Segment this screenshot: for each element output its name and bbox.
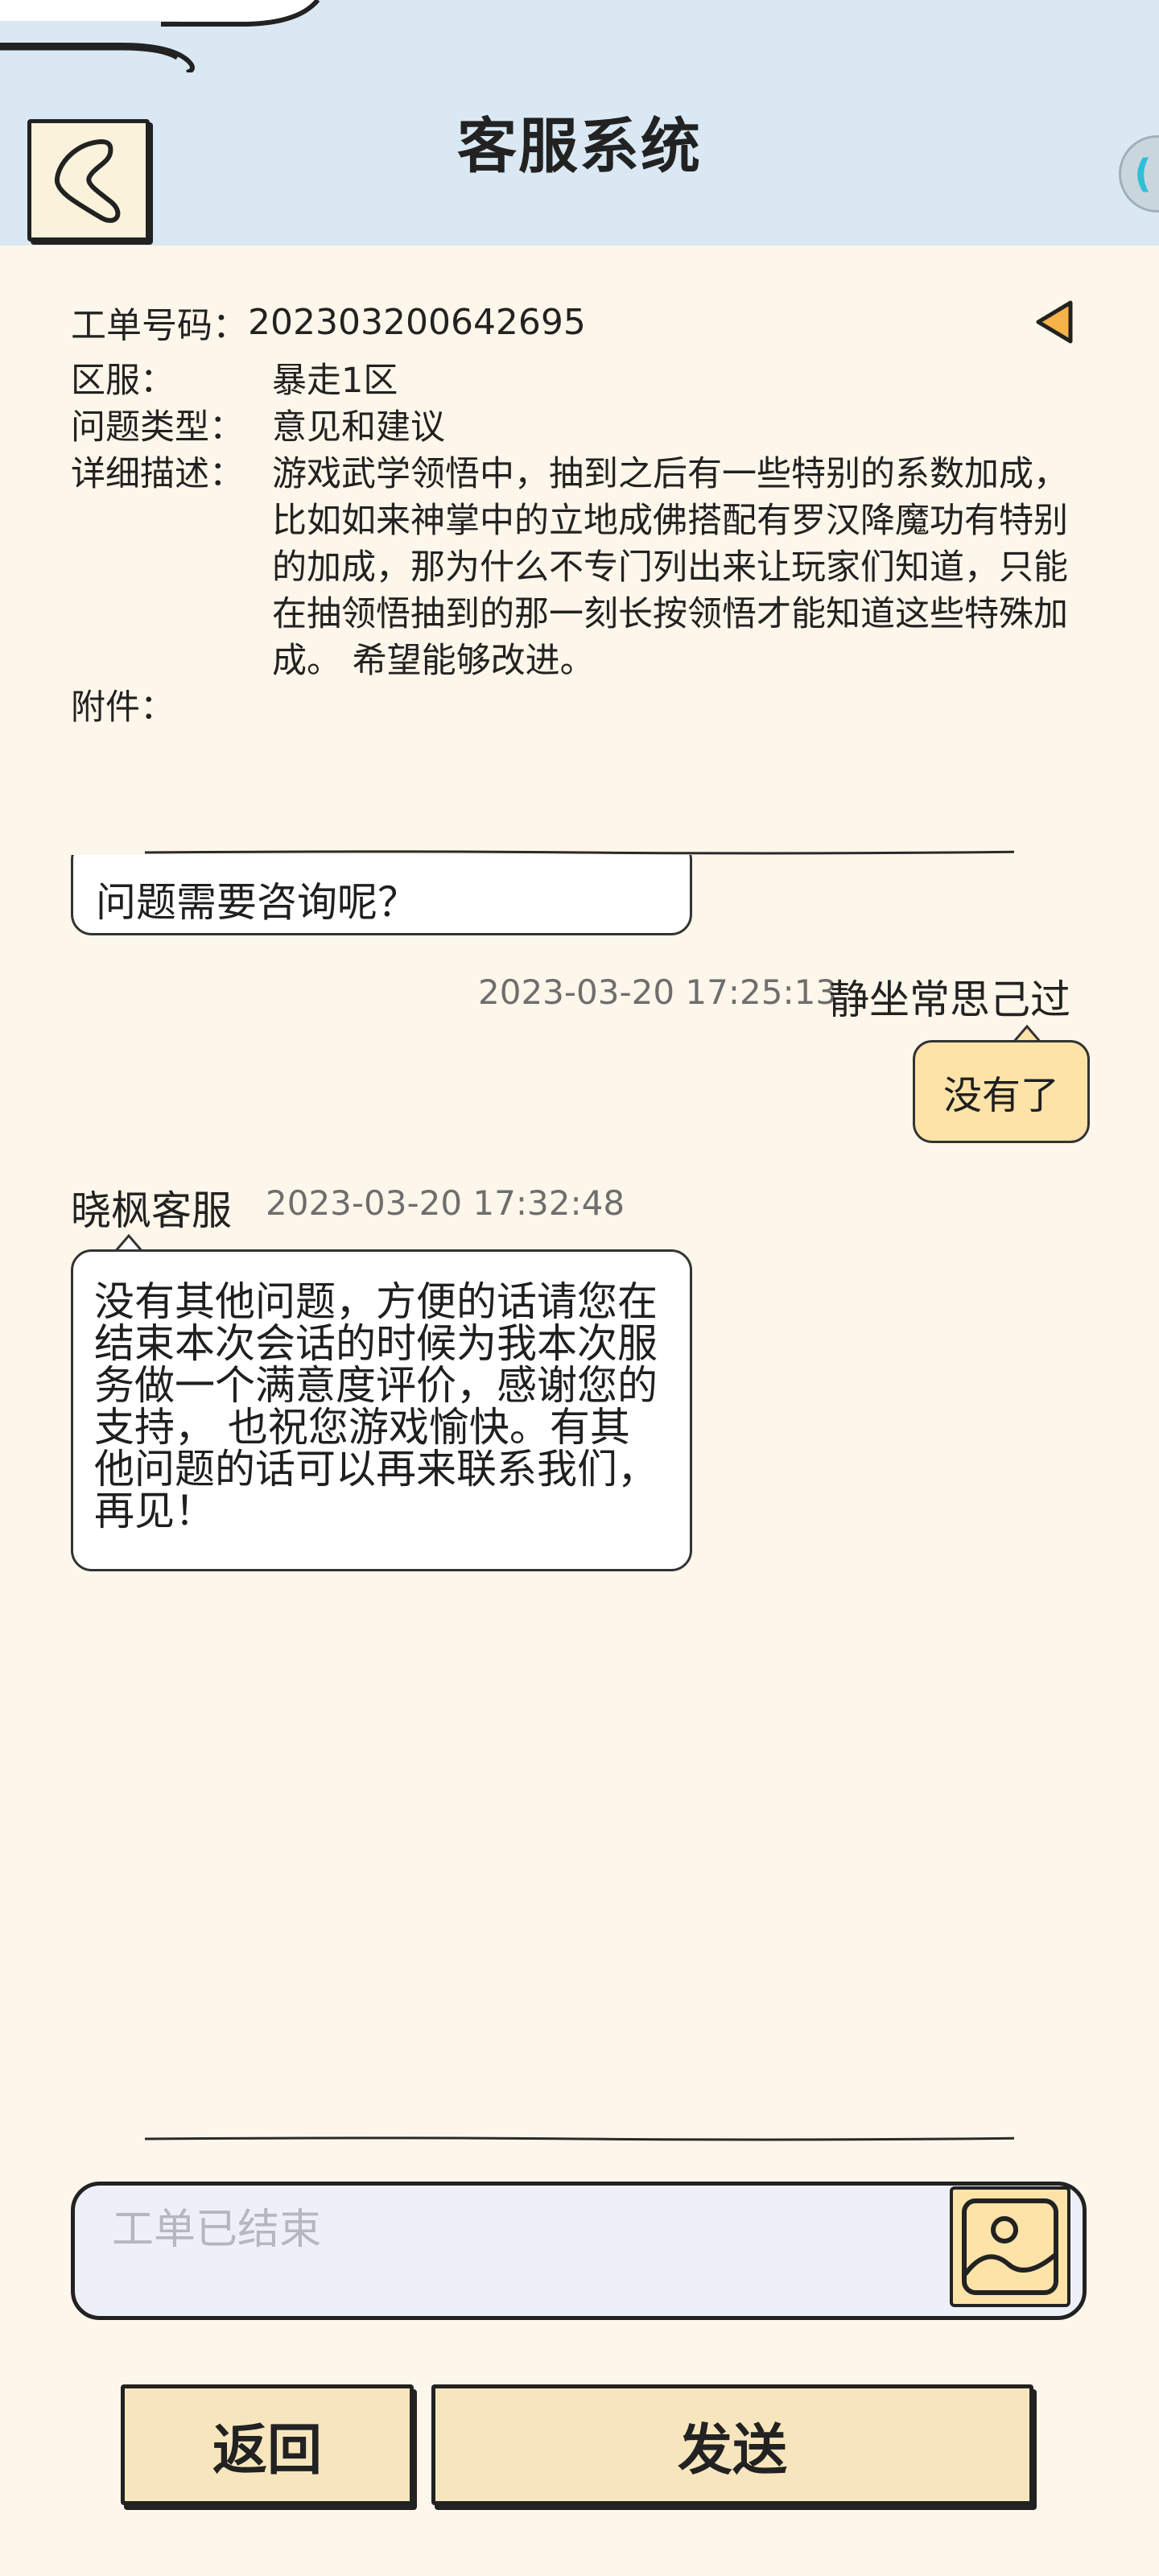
back-button-label: 返回 (212, 2418, 322, 2483)
chat-area[interactable]: 问题需要咨询呢？ 2023-03-20 17:25:13 静坐常思己过 没有了 … (0, 855, 1159, 2135)
ticket-number-value: 202303200642695 (248, 301, 586, 343)
attachment-label: 附件： (71, 687, 175, 728)
description-label: 详细描述： (71, 454, 244, 494)
ticket-info: 工单号码： 202303200642695 (71, 294, 1101, 350)
info-row-type: 问题类型： 意见和建议 (71, 404, 1101, 451)
ticket-details: 区服： 暴走1区 问题类型： 意见和建议 详细描述： 游戏武学领悟中，抽到之后有… (71, 357, 1101, 731)
image-icon (962, 2198, 1058, 2295)
description-value: 游戏武学领悟中，抽到之后有一些特别的系数加成，比如如来神掌中的立地成佛搭配有罗汉… (272, 454, 1068, 681)
issue-type-value: 意见和建议 (272, 407, 445, 448)
send-button[interactable]: 发送 (431, 2384, 1033, 2505)
send-button-label: 发送 (677, 2418, 787, 2483)
image-upload-button[interactable] (950, 2186, 1070, 2307)
attachment-value (272, 684, 1077, 731)
user-message-text: 没有了 (942, 1073, 1059, 1118)
server-label: 区服： (71, 361, 175, 401)
cloud-decoration-icon (0, 0, 320, 72)
side-float-icon: ( (1134, 151, 1152, 196)
info-row-attachment: 附件： (71, 684, 1101, 731)
header-bar: 客服系统 ( (0, 0, 1159, 246)
info-row-server: 区服： 暴走1区 (71, 357, 1101, 404)
page-title: 客服系统 (457, 112, 702, 181)
input-placeholder: 工单已结束 (112, 2206, 322, 2254)
message-input[interactable]: 工单已结束 (71, 2182, 1087, 2320)
agent-message-partial: 问题需要咨询呢？ (71, 855, 692, 935)
customer-service-page: 客服系统 ( 工单号码： 202303200642695 区服： 暴走1区 问题… (0, 0, 1159, 2576)
server-value: 暴走1区 (272, 361, 398, 401)
user-message-bubble: 没有了 (913, 1040, 1090, 1143)
back-bottom-button[interactable]: 返回 (121, 2384, 414, 2505)
triangle-left-icon[interactable] (1032, 298, 1077, 346)
issue-type-label: 问题类型： (71, 407, 244, 448)
ticket-number-row: 工单号码： 202303200642695 (71, 294, 1101, 350)
info-row-description: 详细描述： 游戏武学领悟中，抽到之后有一些特别的系数加成，比如如来神掌中的立地成… (71, 451, 1101, 684)
user-sender-name: 静坐常思己过 (829, 976, 1070, 1023)
bottom-divider (144, 2136, 1015, 2141)
agent-message-text: 没有其他问题，方便的话请您在结束本次会话的时候为我本次服务做一个满意度评价，感谢… (94, 1278, 658, 1534)
partial-message-text: 问题需要咨询呢？ (96, 879, 418, 926)
agent-message-bubble: 没有其他问题，方便的话请您在结束本次会话的时候为我本次服务做一个满意度评价，感谢… (71, 1249, 692, 1571)
ticket-number-label: 工单号码： (71, 305, 248, 346)
user-message-timestamp: 2023-03-20 17:25:13 (478, 972, 838, 1012)
agent-sender-name: 晓枫客服 (71, 1187, 232, 1234)
agent-message-timestamp: 2023-03-20 17:32:48 (266, 1183, 625, 1223)
